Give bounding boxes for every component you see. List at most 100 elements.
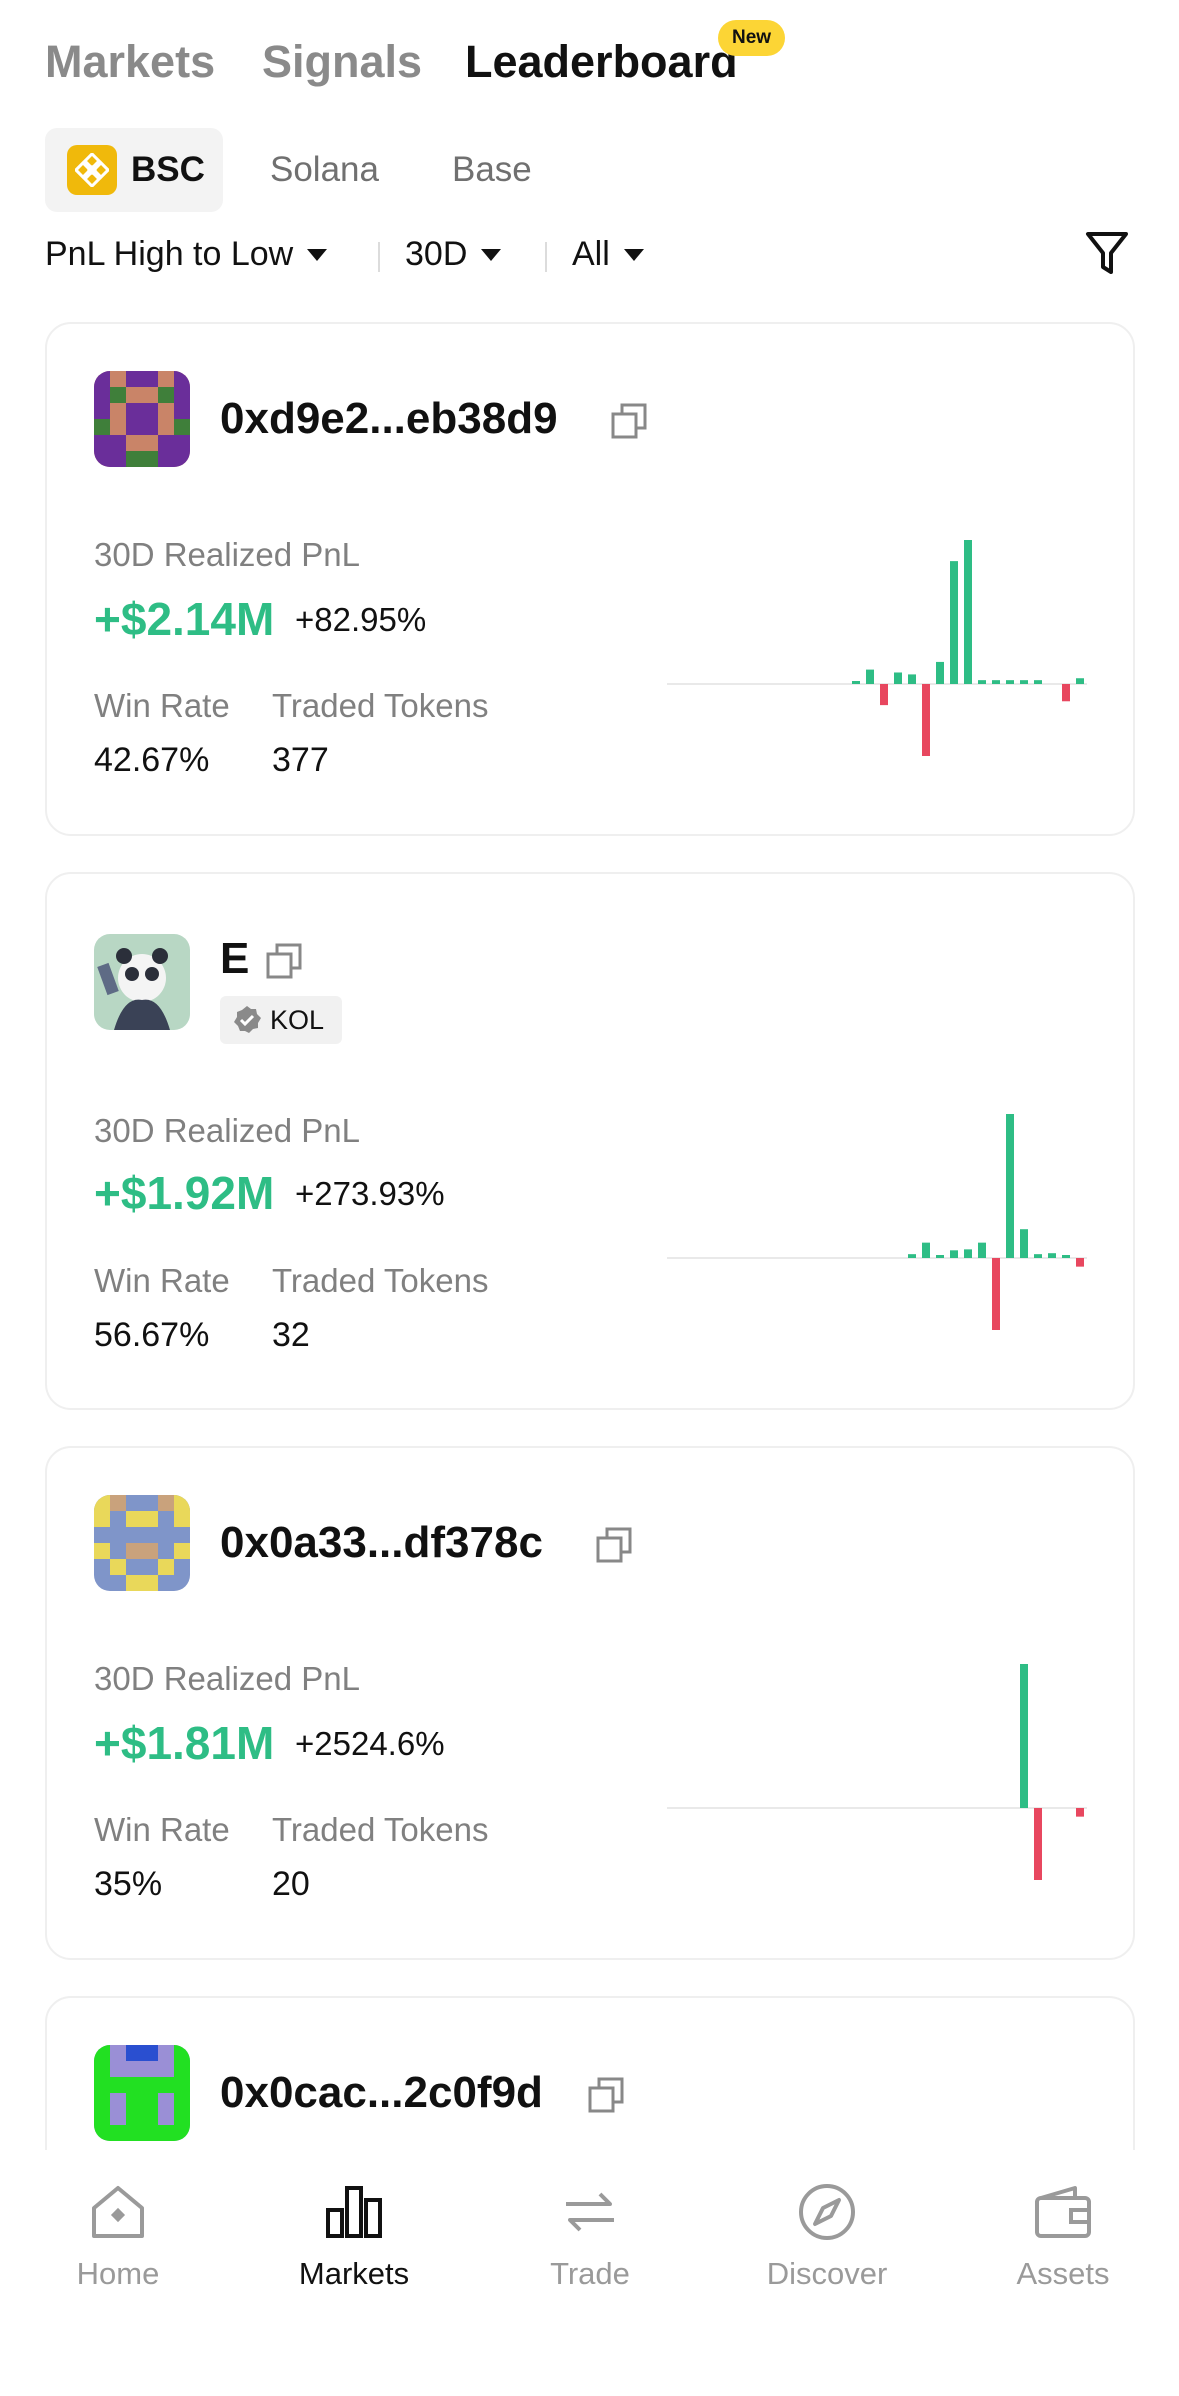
sparkline-bar: [880, 684, 888, 706]
tab-markets[interactable]: Markets: [45, 36, 215, 88]
sparkline-bar: [964, 540, 972, 684]
sparkline-bar: [1062, 684, 1070, 702]
sort-label: PnL High to Low: [45, 235, 294, 273]
win-rate-value: 35%: [94, 1865, 163, 1903]
pnl-percent: +2524.6%: [295, 1725, 445, 1762]
wallet-address: 0xd9e2...eb38d9: [220, 394, 558, 443]
caret-down-icon: [307, 248, 328, 261]
sparkline-bar: [1076, 678, 1084, 684]
nav-discover[interactable]: Discover: [737, 2180, 917, 2292]
avatar: [94, 2045, 190, 2141]
win-rate-label: Win Rate: [94, 1262, 230, 1299]
scope-label: All: [572, 235, 610, 273]
traded-tokens-value: 377: [272, 741, 329, 779]
tab-leaderboard[interactable]: Leaderboard: [465, 36, 738, 88]
sparkline-bar: [1020, 680, 1028, 684]
sparkline-bar: [908, 674, 916, 684]
pnl-value: +$1.81M: [94, 1717, 275, 1769]
sparkline-bar: [922, 684, 930, 756]
chain-tab-bsc[interactable]: BSC: [45, 128, 223, 212]
sparkline-bar: [1020, 1664, 1028, 1808]
verified-icon: [234, 1006, 261, 1033]
nav-home[interactable]: Home: [28, 2180, 208, 2292]
sparkline-bar: [978, 680, 986, 684]
sparkline-bar: [950, 561, 958, 684]
sparkline-bar: [950, 1250, 958, 1258]
sparkline-bar: [852, 681, 860, 684]
pnl-sparkline: [667, 1664, 1087, 1880]
sparkline-bar: [1006, 680, 1014, 684]
scope-dropdown[interactable]: All: [572, 235, 644, 274]
copy-icon[interactable]: [610, 402, 648, 440]
divider: [378, 242, 380, 272]
sort-dropdown[interactable]: PnL High to Low: [45, 235, 328, 274]
wallet-address: 0x0a33...df378c: [220, 1518, 543, 1567]
nav-assets[interactable]: Assets: [973, 2180, 1153, 2292]
sparkline-bar: [1006, 1114, 1014, 1258]
win-rate-value: 56.67%: [94, 1316, 210, 1354]
copy-icon[interactable]: [595, 1526, 633, 1564]
sparkline-bar: [992, 680, 1000, 684]
sparkline-bar: [1034, 1808, 1042, 1880]
chain-tab-base[interactable]: Base: [452, 150, 532, 190]
win-rate-label: Win Rate: [94, 687, 230, 724]
period-dropdown[interactable]: 30D: [405, 235, 502, 274]
home-icon: [92, 2186, 144, 2238]
sparkline-bar: [1020, 1229, 1028, 1258]
sparkline-bar: [1034, 680, 1042, 684]
markets-icon: [326, 2186, 382, 2238]
nav-markets[interactable]: Markets: [264, 2180, 444, 2292]
pnl-sparkline: [667, 1114, 1087, 1330]
pnl-percent: +82.95%: [295, 601, 427, 638]
sparkline-bar: [936, 661, 944, 684]
chain-tab-solana[interactable]: Solana: [270, 150, 379, 190]
sparkline-bar: [908, 1254, 916, 1258]
traded-tokens-label: Traded Tokens: [272, 1262, 489, 1299]
sparkline-bar: [1062, 1255, 1070, 1258]
sparkline-bar: [866, 669, 874, 684]
wallet-address: 0x0cac...2c0f9d: [220, 2068, 543, 2117]
pnl-percent: +273.93%: [295, 1175, 445, 1212]
avatar: [94, 934, 190, 1030]
divider: [545, 242, 547, 272]
pnl-value: +$1.92M: [94, 1167, 275, 1219]
pnl-sparkline: [667, 540, 1087, 756]
traded-tokens-value: 32: [272, 1316, 310, 1354]
sparkline-bar: [894, 672, 902, 684]
traded-tokens-value: 20: [272, 1865, 310, 1903]
funnel-icon[interactable]: [1085, 230, 1129, 283]
pnl-label: 30D Realized PnL: [94, 1660, 360, 1697]
assets-icon: [1035, 2186, 1091, 2238]
copy-icon[interactable]: [587, 2076, 625, 2114]
pnl-label: 30D Realized PnL: [94, 536, 360, 573]
sparkline-bar: [936, 1255, 944, 1258]
leaderboard-card[interactable]: 0xd9e2...eb38d9 30D Realized PnL +$2.14M…: [45, 322, 1135, 836]
discover-icon: [799, 2184, 855, 2240]
win-rate-label: Win Rate: [94, 1811, 230, 1848]
sparkline-bar: [978, 1242, 986, 1258]
copy-icon[interactable]: [265, 942, 303, 980]
avatar: [94, 1495, 190, 1591]
traded-tokens-label: Traded Tokens: [272, 1811, 489, 1848]
bsc-logo-icon: [67, 145, 117, 195]
traded-tokens-label: Traded Tokens: [272, 687, 489, 724]
sparkline-bar: [922, 1242, 930, 1258]
sparkline-bar: [1034, 1254, 1042, 1258]
wallet-address: E: [220, 934, 250, 983]
tab-signals[interactable]: Signals: [262, 36, 422, 88]
caret-down-icon: [481, 248, 502, 261]
pnl-label: 30D Realized PnL: [94, 1112, 360, 1149]
leaderboard-card[interactable]: E KOL 30D Realized PnL +$1.92M +273.93% …: [45, 872, 1135, 1410]
sparkline-bar: [1076, 1808, 1084, 1817]
new-badge: New: [718, 20, 786, 56]
pnl-value: +$2.14M: [94, 593, 275, 645]
sparkline-bar: [992, 1258, 1000, 1330]
period-label: 30D: [405, 235, 468, 273]
sparkline-bar: [1048, 1253, 1056, 1258]
win-rate-value: 42.67%: [94, 741, 210, 779]
kol-badge: KOL: [220, 996, 342, 1044]
leaderboard-card[interactable]: 0x0a33...df378c 30D Realized PnL +$1.81M…: [45, 1446, 1135, 1960]
nav-trade[interactable]: Trade: [500, 2180, 680, 2292]
sparkline-bar: [964, 1249, 972, 1258]
chain-label: BSC: [131, 150, 205, 189]
